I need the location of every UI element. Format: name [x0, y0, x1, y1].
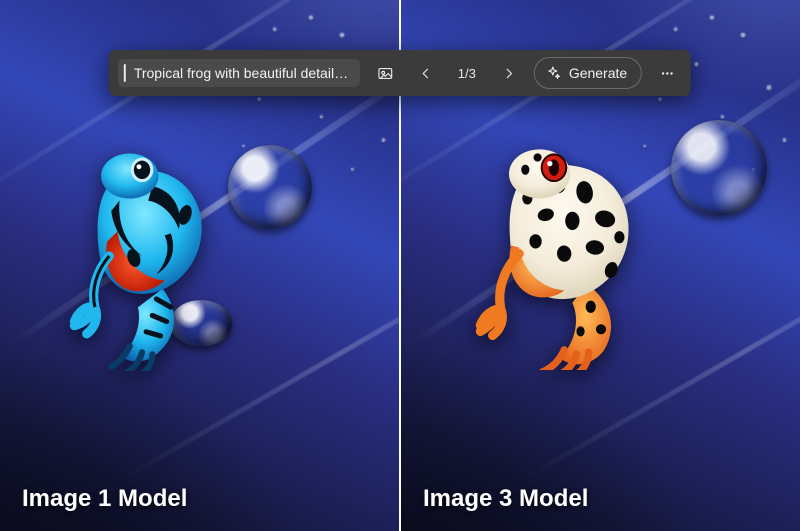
more-options-button[interactable] [652, 58, 682, 88]
frog-illustration-right [466, 135, 691, 370]
variation-indicator: 1/3 [450, 66, 484, 81]
prompt-text: Tropical frog with beautiful detail… [134, 65, 352, 81]
text-cursor-icon [124, 64, 126, 82]
pane-caption-left: Image 1 Model [22, 485, 187, 513]
prev-variation-button[interactable] [410, 58, 440, 88]
more-icon [659, 65, 676, 82]
generate-button[interactable]: Generate [534, 57, 642, 89]
reference-image-button[interactable] [370, 58, 400, 88]
reference-image-icon [376, 65, 393, 82]
generate-label: Generate [569, 65, 627, 81]
sparkle-icon [545, 65, 561, 81]
pane-caption-right: Image 3 Model [423, 485, 588, 513]
next-variation-button[interactable] [494, 58, 524, 88]
chevron-left-icon [416, 65, 433, 82]
prompt-input[interactable]: Tropical frog with beautiful detail… [118, 59, 360, 87]
chevron-right-icon [500, 65, 517, 82]
generative-taskbar: Tropical frog with beautiful detail… 1/3… [109, 50, 691, 96]
frog-illustration-left [58, 135, 263, 371]
